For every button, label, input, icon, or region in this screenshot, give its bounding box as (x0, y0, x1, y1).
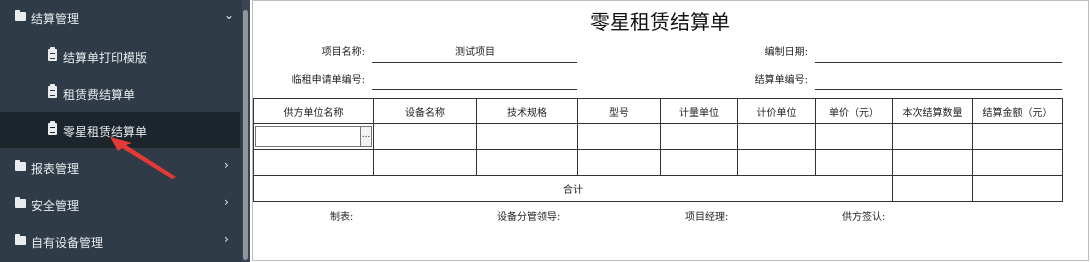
total-label: 合计 (253, 175, 893, 202)
request-no-label: 临租申请单编号: (291, 75, 365, 86)
table-header-row: 供方单位名称 设备名称 技术规格 型号 计量单位 计价单位 单价（元） 本次结算… (253, 98, 1063, 124)
maker-label: 制表: (330, 212, 354, 223)
request-no-underline (372, 89, 577, 90)
column-header: 结算金额（元） (972, 98, 1063, 124)
table-cell[interactable] (892, 149, 973, 176)
settlement-no-underline (815, 89, 1062, 90)
nav-group-label: 结算管理 (31, 12, 80, 26)
folder-icon (15, 197, 26, 208)
nav-group-settlement[interactable]: 结算管理 ⌄ (0, 0, 240, 36)
table-cell[interactable] (815, 123, 893, 150)
table-cell[interactable] (577, 149, 661, 176)
column-header: 设备名称 (373, 98, 477, 124)
page-title: 零星租赁结算单 (590, 10, 730, 34)
folder-icon (15, 234, 26, 245)
column-header: 计量单位 (660, 98, 738, 124)
column-header: 计价单位 (737, 98, 816, 124)
column-header: 型号 (577, 98, 661, 124)
table-cell[interactable] (660, 149, 738, 176)
settlement-table: 供方单位名称 设备名称 技术规格 型号 计量单位 计价单位 单价（元） 本次结算… (253, 98, 1063, 202)
equipment-leader-label: 设备分管领导: (497, 212, 561, 223)
table-cell[interactable] (476, 123, 578, 150)
folder-icon (15, 160, 26, 171)
table-cell[interactable] (737, 123, 816, 150)
chevron-right-icon: › (224, 195, 229, 209)
sidebar-item-print-template[interactable]: 结算单打印模版 (0, 38, 240, 74)
supplier-picker-button[interactable]: ... (360, 126, 372, 147)
nav-group-label: 报表管理 (31, 162, 80, 176)
sidebar-item-label: 租赁费结算单 (63, 88, 136, 102)
column-header: 本次结算数量 (892, 98, 973, 124)
clipboard-icon (48, 84, 57, 98)
settlement-no-label: 结算单编号: (754, 75, 808, 86)
table-cell[interactable] (577, 123, 661, 150)
table-row (253, 149, 1063, 176)
table-cell[interactable] (373, 149, 477, 176)
column-header: 供方单位名称 (253, 98, 374, 124)
annotation-arrow-icon (110, 137, 176, 179)
supplier-input[interactable] (255, 126, 372, 147)
project-manager-label: 项目经理: (685, 212, 729, 223)
chevron-down-icon: ⌄ (224, 8, 235, 22)
table-cell[interactable] (972, 123, 1063, 150)
sidebar-item-lease-fee-settlement[interactable]: 租赁费结算单 (0, 75, 240, 111)
nav-group-own-equipment[interactable]: 自有设备管理 › (0, 224, 240, 260)
nav-group-label: 安全管理 (31, 199, 80, 213)
total-amount-cell (972, 175, 1063, 202)
supplier-sign-label: 供方签认: (842, 212, 886, 223)
column-header: 技术规格 (476, 98, 578, 124)
date-underline (815, 62, 1062, 63)
clipboard-icon (48, 47, 57, 61)
table-row: ... (253, 123, 1063, 150)
sidebar: 结算管理 ⌄ 结算单打印模版 租赁费结算单 零星租赁结算单 报表管理 › 安全管… (0, 0, 250, 262)
chevron-right-icon: › (224, 232, 229, 246)
nav-group-label: 自有设备管理 (31, 236, 104, 250)
table-cell[interactable] (373, 123, 477, 150)
nav-group-safety[interactable]: 安全管理 › (0, 187, 240, 223)
total-quantity-cell (892, 175, 973, 202)
project-name-field[interactable]: 测试项目 (455, 43, 495, 58)
table-cell[interactable] (737, 149, 816, 176)
folder-icon (15, 10, 26, 21)
table-cell[interactable] (253, 149, 374, 176)
total-row: 合计 (253, 175, 1063, 202)
table-cell[interactable] (972, 149, 1063, 176)
project-name-label: 项目名称: (321, 47, 365, 58)
column-header: 单价（元） (815, 98, 893, 124)
table-cell[interactable] (476, 149, 578, 176)
supplier-cell[interactable]: ... (253, 123, 374, 150)
sidebar-item-label: 结算单打印模版 (63, 51, 148, 65)
chevron-right-icon: › (224, 158, 229, 172)
table-cell[interactable] (815, 149, 893, 176)
clipboard-icon (48, 121, 57, 135)
table-cell[interactable] (660, 123, 738, 150)
project-name-underline (372, 62, 577, 63)
app-frame: 结算管理 ⌄ 结算单打印模版 租赁费结算单 零星租赁结算单 报表管理 › 安全管… (0, 0, 1090, 262)
table-cell[interactable] (892, 123, 973, 150)
sidebar-scroll-thumb[interactable] (243, 10, 248, 260)
date-label: 编制日期: (764, 47, 808, 58)
